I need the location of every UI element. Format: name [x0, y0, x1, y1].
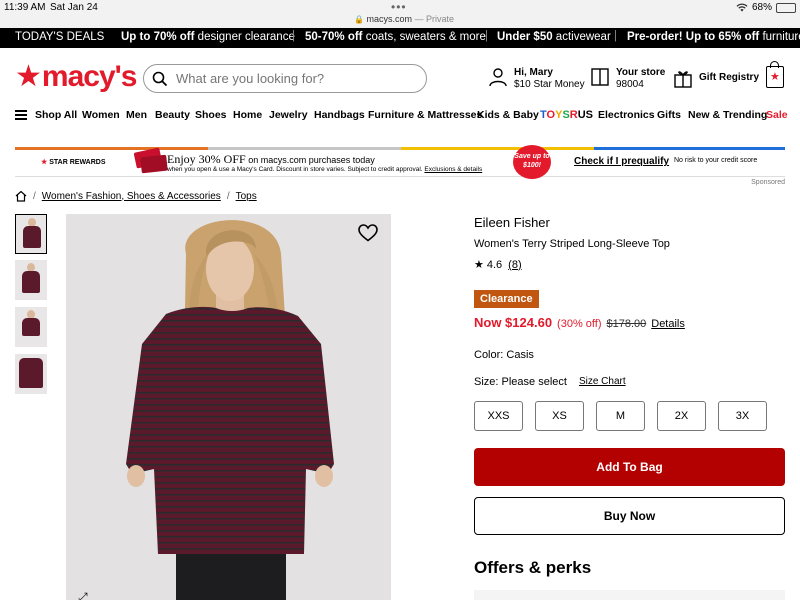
- product-name: Women's Terry Striped Long-Sleeve Top: [474, 238, 670, 250]
- breadcrumb-womens[interactable]: Women's Fashion, Shoes & Accessories: [42, 191, 221, 202]
- deals-label[interactable]: TODAY'S DEALS: [15, 31, 104, 43]
- macys-logo[interactable]: ★ macy's: [15, 60, 138, 93]
- status-bar: 11:39 AM Sat Jan 24 ••• 🔒 macys.com — Pr…: [0, 0, 800, 28]
- nav-electronics[interactable]: Electronics: [598, 109, 655, 121]
- exclusions-link[interactable]: Exclusions & details: [424, 166, 482, 173]
- store-icon: [591, 68, 609, 86]
- nav-jewelry[interactable]: Jewelry: [269, 109, 308, 121]
- product-rating[interactable]: ★ 4.6 (8): [474, 258, 522, 272]
- status-time: 11:39 AM: [4, 2, 46, 13]
- search-icon: [152, 71, 168, 86]
- favorite-heart-icon[interactable]: [358, 224, 378, 242]
- promo-fine-print: when you open & use a Macy's Card. Disco…: [167, 166, 483, 173]
- gift-registry-label: Gift Registry: [699, 72, 760, 83]
- search-input[interactable]: [176, 71, 406, 86]
- store-label: Your store: [616, 67, 666, 78]
- nav-women[interactable]: Women: [82, 109, 120, 121]
- nav-gifts[interactable]: Gifts: [657, 109, 681, 121]
- account-greeting: Hi, Mary: [514, 67, 553, 78]
- address-bar[interactable]: 🔒 macys.com — Private: [354, 14, 454, 24]
- size-m-button[interactable]: M: [596, 401, 645, 431]
- store-link[interactable]: Your store 98004: [590, 67, 665, 91]
- status-date: Sat Jan 24: [50, 2, 98, 13]
- account-star-money: $10 Star Money: [514, 79, 585, 90]
- star-icon: ★: [474, 259, 484, 271]
- multitask-dots[interactable]: •••: [391, 0, 407, 14]
- star-rewards-label: ★ STAR REWARDS: [41, 159, 106, 166]
- product-brand[interactable]: Eileen Fisher: [474, 215, 550, 230]
- credit-card-image-2: [140, 154, 168, 174]
- promo-banner[interactable]: ★ STAR REWARDS Enjoy 30% OFF on macys.co…: [15, 145, 785, 179]
- buy-now-button[interactable]: Buy Now: [474, 497, 785, 535]
- price-details-link[interactable]: Details: [651, 318, 685, 330]
- main-nav: Shop All Women Men Beauty Shoes Home Jew…: [0, 106, 800, 126]
- nav-beauty[interactable]: Beauty: [155, 109, 190, 121]
- offers-heading: Offers & perks: [474, 558, 592, 577]
- nav-new-trending[interactable]: New & Trending: [688, 109, 767, 121]
- price-now: Now $124.60: [474, 315, 553, 330]
- gift-icon: [674, 71, 692, 88]
- thumbnail-2[interactable]: [15, 260, 47, 300]
- url-domain: macys.com: [366, 14, 412, 24]
- battery-icon: [776, 2, 796, 13]
- prequalify-link[interactable]: Check if I prequalify: [574, 156, 669, 167]
- size-3x-button[interactable]: 3X: [718, 401, 767, 431]
- prequalify-note: No risk to your credit score: [674, 157, 758, 164]
- price-discount: (30% off): [557, 318, 602, 330]
- thumbnail-4[interactable]: [15, 354, 47, 394]
- nav-toys-r-us[interactable]: TOYSRUS: [540, 109, 593, 121]
- search-bar[interactable]: [143, 64, 427, 93]
- star-logo-icon: ★: [15, 60, 42, 93]
- nav-furniture[interactable]: Furniture & Mattresses: [368, 109, 482, 121]
- battery-percent: 68%: [751, 2, 772, 13]
- size-label: Size: Please select: [474, 376, 567, 388]
- promo-headline: Enjoy 30% OFF on macys.com purchases tod…: [167, 152, 375, 166]
- review-count[interactable]: (8): [508, 259, 521, 271]
- thumbnail-3[interactable]: [15, 307, 47, 347]
- deal-4[interactable]: Pre-order! Up to 65% off furniture &: [627, 31, 800, 43]
- add-to-bag-button[interactable]: Add To Bag: [474, 448, 785, 486]
- nav-men[interactable]: Men: [126, 109, 147, 121]
- clearance-badge: Clearance: [474, 290, 539, 308]
- nav-home[interactable]: Home: [233, 109, 262, 121]
- color-label: Color: Casis: [474, 349, 534, 361]
- account-link[interactable]: Hi, Mary $10 Star Money: [488, 67, 585, 91]
- model-photo: [126, 220, 334, 600]
- size-2x-button[interactable]: 2X: [657, 401, 706, 431]
- shopping-bag-icon[interactable]: ★: [766, 61, 784, 88]
- thumbnail-1[interactable]: [15, 214, 47, 254]
- breadcrumb: / Women's Fashion, Shoes & Accessories /…: [15, 190, 257, 202]
- store-number: 98004: [616, 79, 644, 90]
- home-icon[interactable]: [15, 190, 27, 202]
- gift-registry-link[interactable]: Gift Registry: [673, 68, 759, 88]
- user-icon: [489, 68, 507, 87]
- sponsored-label: Sponsored: [751, 179, 785, 186]
- deal-2[interactable]: 50-70% off coats, sweaters & more: [305, 31, 486, 43]
- price-block: Now $124.60 (30% off) $178.00 Details: [474, 315, 685, 330]
- product-image[interactable]: [66, 214, 391, 600]
- logo-text: macy's: [41, 60, 138, 93]
- deal-1[interactable]: Up to 70% off designer clearance: [121, 31, 295, 43]
- nav-sale[interactable]: Sale: [766, 109, 788, 121]
- expand-icon[interactable]: ⤢: [78, 590, 88, 600]
- save-badge: Save up to $100!: [513, 145, 551, 179]
- size-chart-link[interactable]: Size Chart: [579, 376, 626, 388]
- price-original: $178.00: [606, 318, 647, 330]
- nav-shop-all[interactable]: Shop All: [35, 109, 77, 121]
- nav-handbags[interactable]: Handbags: [314, 109, 365, 121]
- deal-3[interactable]: Under $50 activewear: [497, 31, 611, 43]
- size-xxs-button[interactable]: XXS: [474, 401, 523, 431]
- nav-shoes[interactable]: Shoes: [195, 109, 227, 121]
- size-xs-button[interactable]: XS: [535, 401, 584, 431]
- nav-kids-baby[interactable]: Kids & Baby: [477, 109, 539, 121]
- size-row: Size: Please select Size Chart: [474, 376, 626, 388]
- offers-panel: [474, 590, 785, 600]
- breadcrumb-tops[interactable]: Tops: [236, 191, 257, 202]
- deals-bar: TODAY'S DEALS Up to 70% off designer cle…: [0, 28, 800, 48]
- lock-icon: 🔒: [354, 15, 364, 24]
- url-private: — Private: [414, 14, 455, 24]
- wifi-icon: [736, 3, 748, 12]
- rating-value: 4.6: [486, 258, 503, 271]
